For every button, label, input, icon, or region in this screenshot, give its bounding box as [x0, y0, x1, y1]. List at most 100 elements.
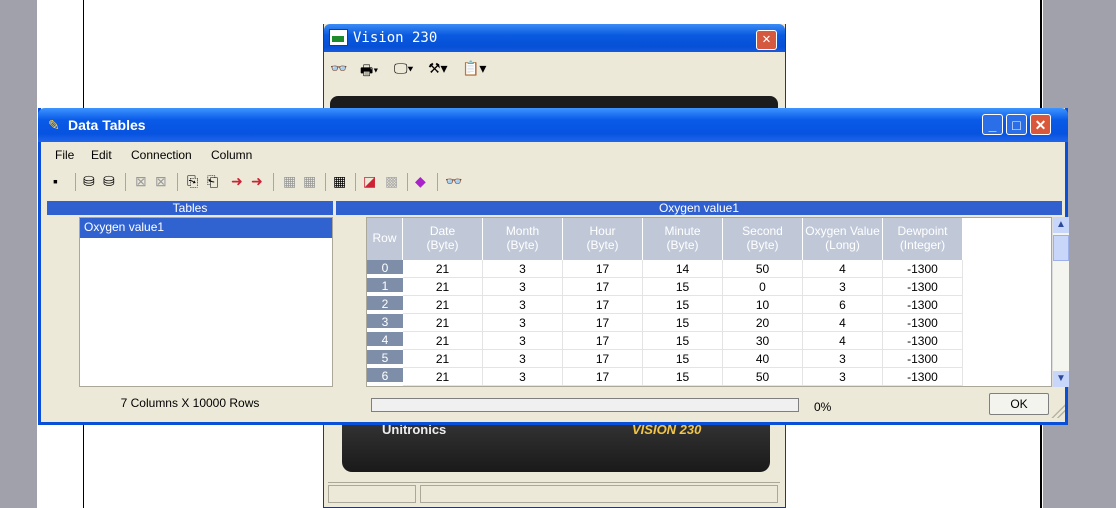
insert-row-icon[interactable]: ▦: [283, 173, 296, 190]
delete-col-icon[interactable]: ⊠: [155, 173, 167, 190]
table-cell[interactable]: -1300: [883, 260, 963, 278]
binoculars-icon[interactable]: 👓: [330, 60, 347, 77]
table-cell[interactable]: 3: [803, 368, 883, 386]
resize-grip-icon[interactable]: [1051, 404, 1065, 418]
row-number[interactable]: 2: [367, 296, 403, 312]
cube-icon[interactable]: ◆: [415, 173, 426, 190]
table-cell[interactable]: -1300: [883, 278, 963, 296]
row-number[interactable]: 1: [367, 278, 403, 294]
vision-titlebar[interactable]: Vision 230 ✕: [324, 24, 785, 52]
table-cell[interactable]: 17: [563, 296, 643, 314]
table-cell[interactable]: 3: [803, 350, 883, 368]
table-cell[interactable]: 3: [483, 350, 563, 368]
table-cell[interactable]: 15: [643, 368, 723, 386]
table-cell[interactable]: 50: [723, 260, 803, 278]
table-cell[interactable]: -1300: [883, 332, 963, 350]
table-cell[interactable]: 21: [403, 278, 483, 296]
close-button[interactable]: ✕: [1030, 114, 1051, 135]
column-header[interactable]: Hour (Byte): [563, 218, 643, 260]
tools-icon[interactable]: ⚒▾: [428, 60, 448, 77]
row-number[interactable]: 0: [367, 260, 403, 276]
insert-col-icon[interactable]: ▦: [303, 173, 316, 190]
vision-close-button[interactable]: ✕: [756, 30, 777, 50]
table-cell[interactable]: 0: [723, 278, 803, 296]
table-cell[interactable]: -1300: [883, 368, 963, 386]
settings-icon[interactable]: 🖶▾: [360, 60, 378, 84]
menu-connection[interactable]: Connection: [131, 148, 192, 162]
table-cell[interactable]: 3: [803, 278, 883, 296]
table-icon[interactable]: ▦: [333, 173, 346, 190]
table-cell[interactable]: 21: [403, 350, 483, 368]
column-header[interactable]: Second (Byte): [723, 218, 803, 260]
table-cell[interactable]: 40: [723, 350, 803, 368]
column-header[interactable]: Minute (Byte): [643, 218, 723, 260]
table-cell[interactable]: 4: [803, 332, 883, 350]
table-cell[interactable]: 21: [403, 368, 483, 386]
table-cell[interactable]: 3: [483, 260, 563, 278]
table-cell[interactable]: 50: [723, 368, 803, 386]
table-cell[interactable]: 4: [803, 260, 883, 278]
binoculars-icon[interactable]: 👓: [445, 173, 462, 190]
row-number[interactable]: 6: [367, 368, 403, 384]
paste-icon[interactable]: ⎗: [207, 173, 218, 190]
column-header[interactable]: Row: [367, 218, 403, 260]
scroll-down-icon[interactable]: ▼: [1053, 371, 1069, 387]
table-cell[interactable]: 15: [643, 350, 723, 368]
data-tables-titlebar[interactable]: ✎ Data Tables _ □ ✕: [38, 108, 1068, 142]
table-cell[interactable]: 3: [483, 368, 563, 386]
column-header[interactable]: Month (Byte): [483, 218, 563, 260]
save-icon[interactable]: ▪: [53, 173, 58, 189]
table-cell[interactable]: 6: [803, 296, 883, 314]
scroll-up-icon[interactable]: ▲: [1053, 217, 1069, 233]
table-cell[interactable]: 17: [563, 314, 643, 332]
table-cell[interactable]: 20: [723, 314, 803, 332]
column-header[interactable]: Dewpoint (Integer): [883, 218, 963, 260]
table-cell[interactable]: 15: [643, 296, 723, 314]
table-cell[interactable]: 17: [563, 278, 643, 296]
export-icon[interactable]: ➜: [251, 173, 263, 190]
monitor-icon[interactable]: 🖵▾: [394, 60, 413, 77]
table-cell[interactable]: 17: [563, 260, 643, 278]
delete-row-icon[interactable]: ⊠: [135, 173, 147, 190]
row-number[interactable]: 4: [367, 332, 403, 348]
menu-edit[interactable]: Edit: [91, 148, 112, 162]
ok-button[interactable]: OK: [989, 393, 1049, 415]
table-cell[interactable]: 21: [403, 296, 483, 314]
column-header[interactable]: Date (Byte): [403, 218, 483, 260]
list-item[interactable]: Oxygen value1: [80, 218, 332, 238]
table-cell[interactable]: 3: [483, 314, 563, 332]
table-cell[interactable]: 21: [403, 260, 483, 278]
table-cell[interactable]: -1300: [883, 296, 963, 314]
copy-icon[interactable]: ⎘: [187, 173, 198, 190]
data-grid[interactable]: Row Date (Byte) Month (Byte) Hour (Byte) Minute…: [366, 217, 1052, 387]
table-cell[interactable]: 10: [723, 296, 803, 314]
table-cell[interactable]: 3: [483, 278, 563, 296]
table-cell[interactable]: 15: [643, 314, 723, 332]
column-header[interactable]: Oxygen Value (Long): [803, 218, 883, 260]
maximize-button[interactable]: □: [1006, 114, 1027, 135]
table-cell[interactable]: 17: [563, 350, 643, 368]
table-cell[interactable]: 21: [403, 332, 483, 350]
row-number[interactable]: 5: [367, 350, 403, 366]
table-cell[interactable]: 15: [643, 332, 723, 350]
tables-list[interactable]: Oxygen value1: [79, 217, 333, 387]
grid-vertical-scrollbar[interactable]: ▲ ▼: [1052, 217, 1069, 387]
minimize-button[interactable]: _: [982, 114, 1003, 135]
table-cell[interactable]: 14: [643, 260, 723, 278]
table-cell[interactable]: 3: [483, 332, 563, 350]
table-cell[interactable]: -1300: [883, 350, 963, 368]
menu-file[interactable]: File: [55, 148, 74, 162]
grid-icon[interactable]: ▩: [385, 173, 398, 190]
chart-icon[interactable]: ◪: [363, 173, 376, 190]
row-number[interactable]: 3: [367, 314, 403, 330]
table-cell[interactable]: 3: [483, 296, 563, 314]
scroll-thumb[interactable]: [1053, 235, 1069, 261]
properties-icon[interactable]: 📋▾: [462, 60, 486, 77]
table-cell[interactable]: 17: [563, 368, 643, 386]
db-read-icon[interactable]: ⛁: [83, 173, 95, 190]
table-cell[interactable]: 17: [563, 332, 643, 350]
menu-column[interactable]: Column: [211, 148, 252, 162]
table-cell[interactable]: 4: [803, 314, 883, 332]
table-cell[interactable]: 21: [403, 314, 483, 332]
table-cell[interactable]: 30: [723, 332, 803, 350]
